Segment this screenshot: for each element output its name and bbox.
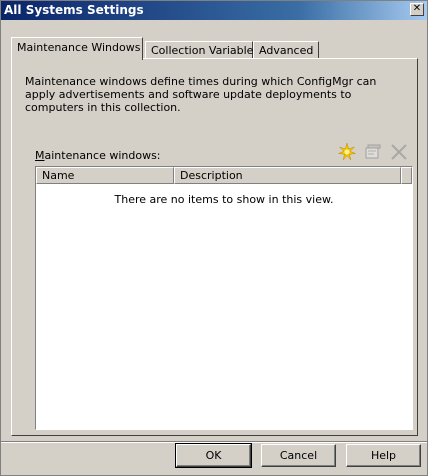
close-button[interactable]: ✕	[410, 3, 424, 16]
new-button[interactable]	[336, 141, 358, 163]
column-header-filler	[401, 167, 412, 184]
button-divider	[1, 441, 427, 443]
new-icon	[338, 142, 356, 161]
panel-description: Maintenance windows define times during …	[25, 75, 377, 114]
properties-button[interactable]	[362, 141, 384, 163]
tab-advanced[interactable]: Advanced	[253, 41, 319, 59]
tab-collection-variables[interactable]: Collection Variables	[145, 41, 259, 59]
maintenance-windows-list[interactable]: Name Description There are no items to s…	[35, 166, 413, 430]
column-header-description[interactable]: Description	[174, 167, 401, 184]
accelerator-key: M	[35, 149, 45, 162]
delete-icon	[391, 144, 407, 160]
list-header: Name Description	[36, 167, 412, 184]
empty-list-message: There are no items to show in this view.	[114, 193, 334, 206]
delete-button[interactable]	[388, 141, 410, 163]
ok-button[interactable]: OK	[175, 443, 252, 468]
dialog-window: All Systems Settings ✕ Maintenance Windo…	[0, 0, 428, 476]
cancel-button[interactable]: Cancel	[261, 444, 336, 467]
column-header-name[interactable]: Name	[36, 167, 174, 184]
window-title: All Systems Settings	[4, 3, 144, 17]
maintenance-windows-label: Maintenance windows:	[35, 149, 161, 162]
label-rest: aintenance windows:	[44, 149, 161, 162]
properties-icon	[365, 144, 381, 159]
tab-maintenance-windows[interactable]: Maintenance Windows	[11, 37, 143, 60]
help-button[interactable]: Help	[346, 444, 421, 467]
title-bar: All Systems Settings ✕	[1, 1, 427, 20]
